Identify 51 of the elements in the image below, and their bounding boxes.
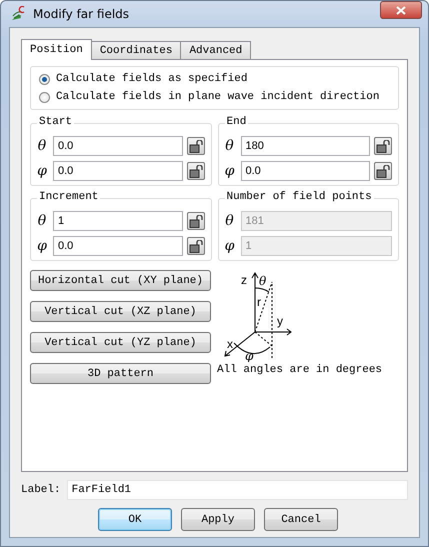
lock-button[interactable] <box>374 162 392 180</box>
x-label: x <box>227 337 233 351</box>
angle-symbol: φ <box>224 238 236 254</box>
angle-symbol: θ <box>36 138 48 154</box>
tab[interactable]: Coordinates <box>90 41 182 59</box>
cut-button[interactable]: Horizontal cut (XY plane) <box>30 270 211 291</box>
y-label: y <box>277 314 283 328</box>
dialog-button[interactable]: OK <box>98 508 172 531</box>
angle-symbol: θ <box>224 213 235 229</box>
radio-option[interactable]: Calculate fields as specified <box>39 73 390 85</box>
lock-button[interactable] <box>374 137 392 155</box>
lock-button[interactable] <box>186 237 204 255</box>
lock-icon <box>376 164 390 178</box>
lock-button[interactable] <box>186 137 204 155</box>
lock-icon <box>188 214 202 228</box>
lock-icon <box>376 140 390 152</box>
angle-symbol: φ <box>36 163 48 179</box>
value-field[interactable]: 180 <box>240 136 370 156</box>
cut-button[interactable]: Vertical cut (YZ plane) <box>30 332 211 353</box>
dialog-button[interactable]: Cancel <box>264 508 338 531</box>
z-label: z <box>241 273 247 287</box>
dialog-button[interactable]: Apply <box>181 508 255 531</box>
label-caption: Label: <box>21 484 61 496</box>
value-field[interactable]: 1 <box>53 211 182 231</box>
label-field[interactable]: FarField1 <box>66 480 408 500</box>
angle-symbol: θ <box>224 138 235 154</box>
value-field[interactable]: 0.0 <box>53 136 182 156</box>
lock-icon <box>188 140 202 152</box>
group-title: Number of field points <box>224 191 374 203</box>
cut-button[interactable]: Vertical cut (XZ plane) <box>30 301 211 322</box>
lock-button[interactable] <box>186 212 204 230</box>
r-label: r <box>257 295 261 309</box>
app-icon <box>11 6 27 22</box>
lock-icon <box>188 240 202 252</box>
angle-symbol: φ <box>224 163 236 179</box>
tab[interactable]: Position <box>21 39 92 60</box>
value-field[interactable]: 0.0 <box>53 236 182 256</box>
lock-button[interactable] <box>186 162 204 180</box>
value-field[interactable]: 0.0 <box>240 161 370 181</box>
lock-icon <box>188 164 202 178</box>
note-text: All angles are in degrees <box>217 364 382 376</box>
radio-label: Calculate fields as specified <box>56 73 248 85</box>
angle-symbol: θ <box>36 213 48 229</box>
angle-symbol: φ <box>36 238 48 254</box>
close-icon <box>396 6 406 14</box>
tab[interactable]: Advanced <box>180 41 252 59</box>
value-field[interactable]: 0.0 <box>53 161 182 181</box>
cut-button[interactable]: 3D pattern <box>30 363 211 384</box>
theta-label: θ <box>259 274 266 288</box>
close-button[interactable] <box>380 1 422 19</box>
window-title: Modify far fields <box>33 7 130 21</box>
